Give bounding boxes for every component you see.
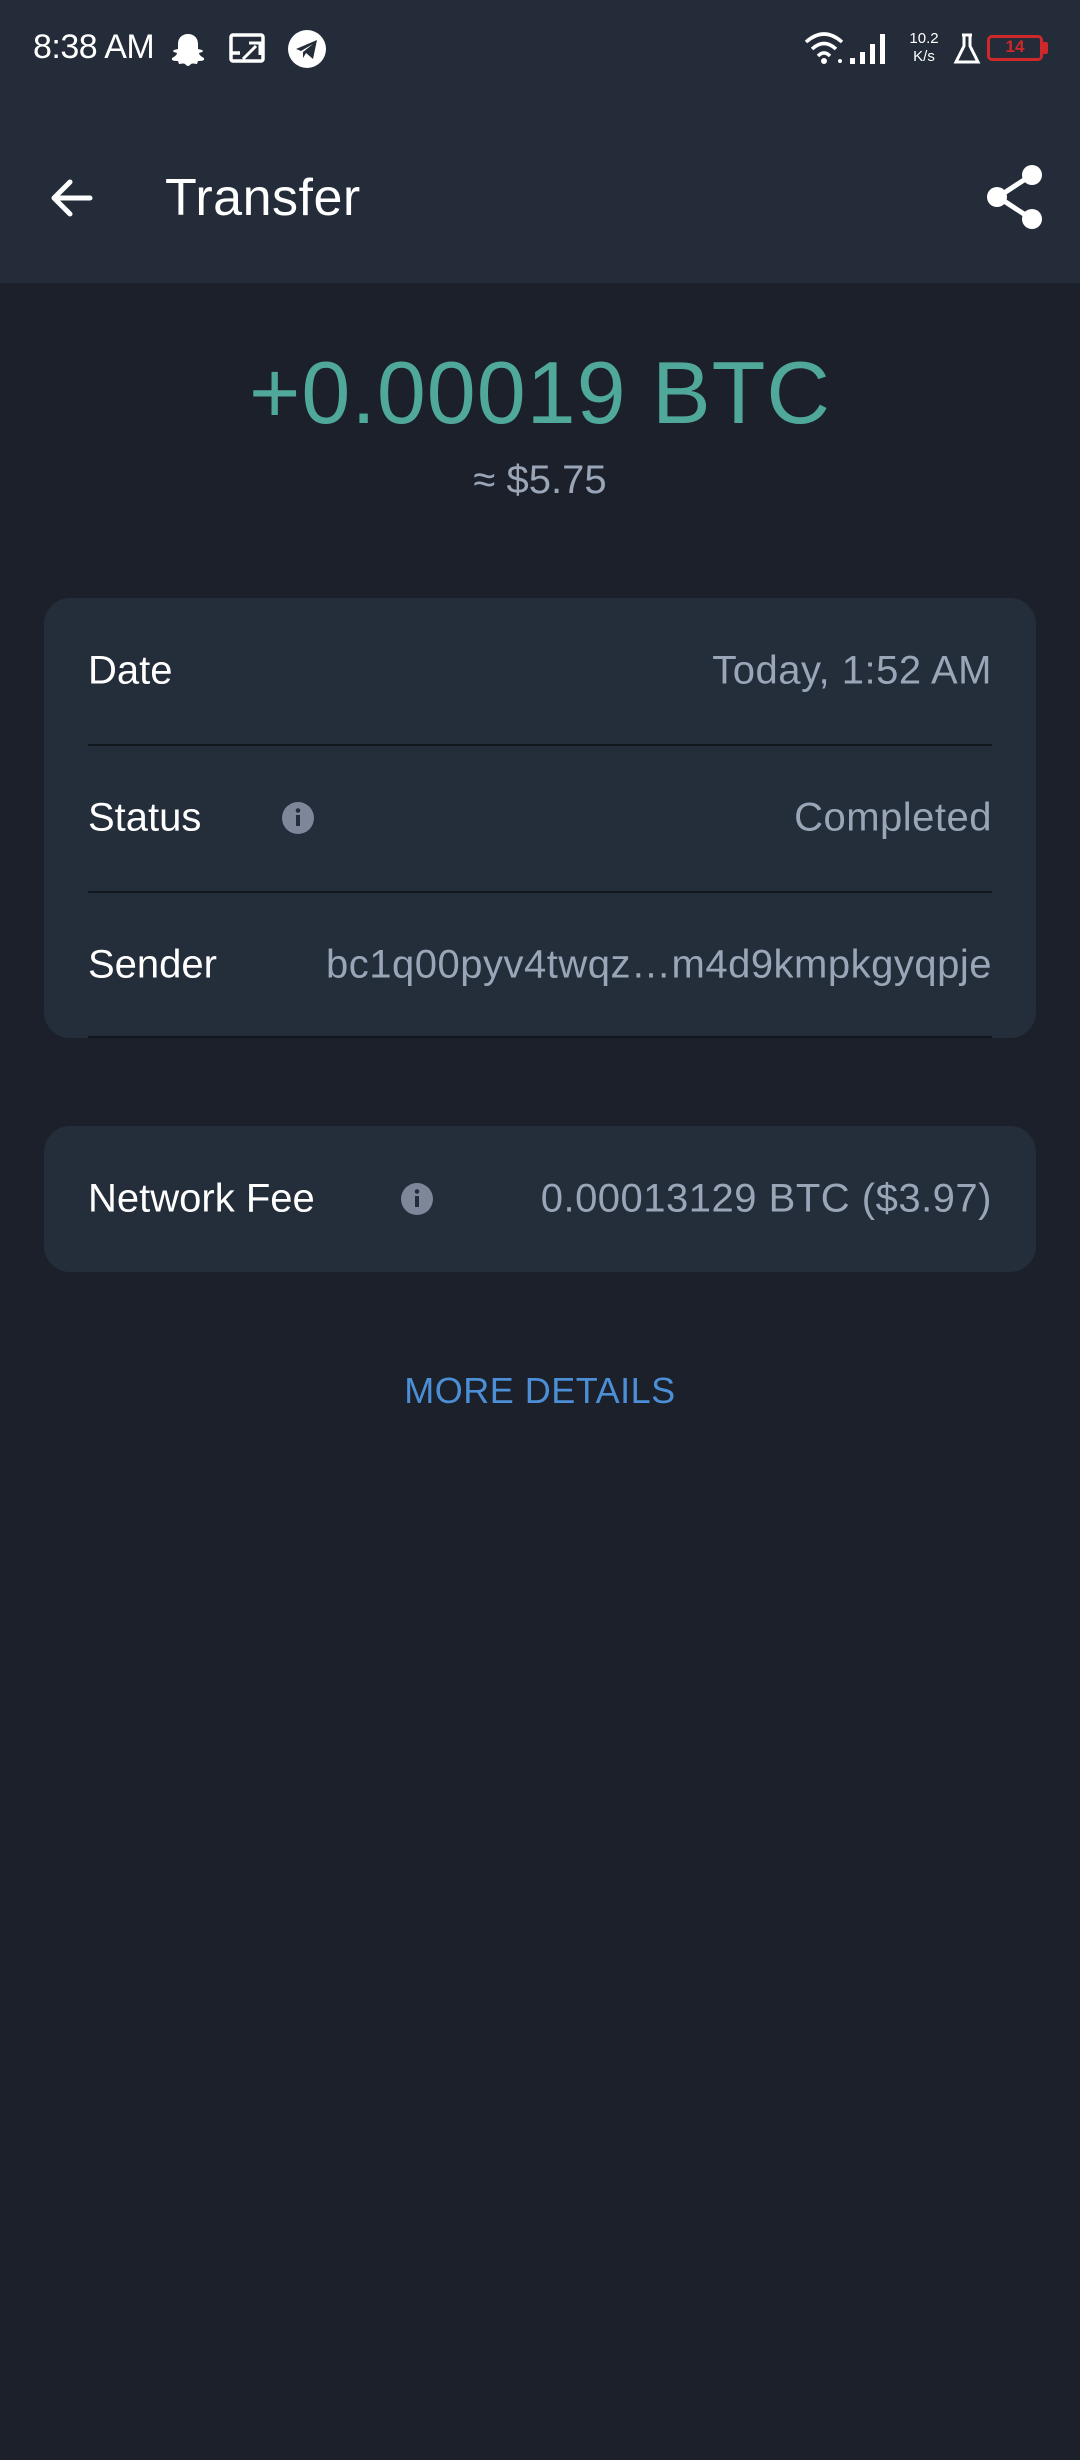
transaction-amount: +0.00019 BTC [249, 343, 831, 442]
battery-icon: 14 [987, 35, 1043, 61]
telegram-icon [288, 30, 326, 68]
battery-nub [1043, 42, 1048, 54]
back-arrow-icon[interactable] [38, 160, 114, 236]
share-icon[interactable] [980, 162, 1050, 232]
flask-icon [953, 33, 981, 64]
network-speed-value: 10.2 [909, 30, 939, 47]
network-speed: 10.2 K/s [904, 30, 944, 66]
status-label: Status [88, 795, 202, 840]
fiat-equivalent: ≈ $5.75 [473, 458, 607, 502]
network-fee-row: Network Fee 0.00013129 BTC ($3.97) [88, 1126, 992, 1272]
details-card: Date Today, 1:52 AM Status Completed Sen… [44, 598, 1036, 1038]
status-value: Completed [794, 795, 992, 840]
sender-label: Sender [88, 942, 217, 987]
wifi-icon [804, 32, 844, 64]
divider [88, 1036, 992, 1038]
cast-icon [229, 33, 265, 63]
network-fee-label: Network Fee [88, 1176, 315, 1221]
status-bar: 8:38 AM 10.2 K/s 14 [0, 0, 1080, 98]
date-label: Date [88, 648, 173, 693]
page-title: Transfer [165, 169, 361, 227]
status-time: 8:38 AM [33, 28, 155, 66]
status-row: Status Completed [88, 745, 992, 891]
sender-row[interactable]: Sender bc1q00pyv4twqz…m4d9kmpkgyqpje [88, 892, 992, 1038]
signal-icon [850, 34, 885, 64]
network-fee-value: 0.00013129 BTC ($3.97) [540, 1176, 992, 1221]
battery-level: 14 [1005, 37, 1025, 56]
more-details-button[interactable]: MORE DETAILS [0, 1370, 1080, 1412]
date-row: Date Today, 1:52 AM [88, 598, 992, 744]
info-icon[interactable] [401, 1183, 433, 1215]
info-icon[interactable] [282, 802, 314, 834]
fee-card: Network Fee 0.00013129 BTC ($3.97) [44, 1126, 1036, 1272]
date-value: Today, 1:52 AM [712, 648, 992, 693]
sender-address[interactable]: bc1q00pyv4twqz…m4d9kmpkgyqpje [326, 943, 992, 988]
network-speed-unit: K/s [913, 48, 935, 65]
app-bar: Transfer [0, 98, 1080, 283]
snapchat-icon [172, 34, 204, 66]
